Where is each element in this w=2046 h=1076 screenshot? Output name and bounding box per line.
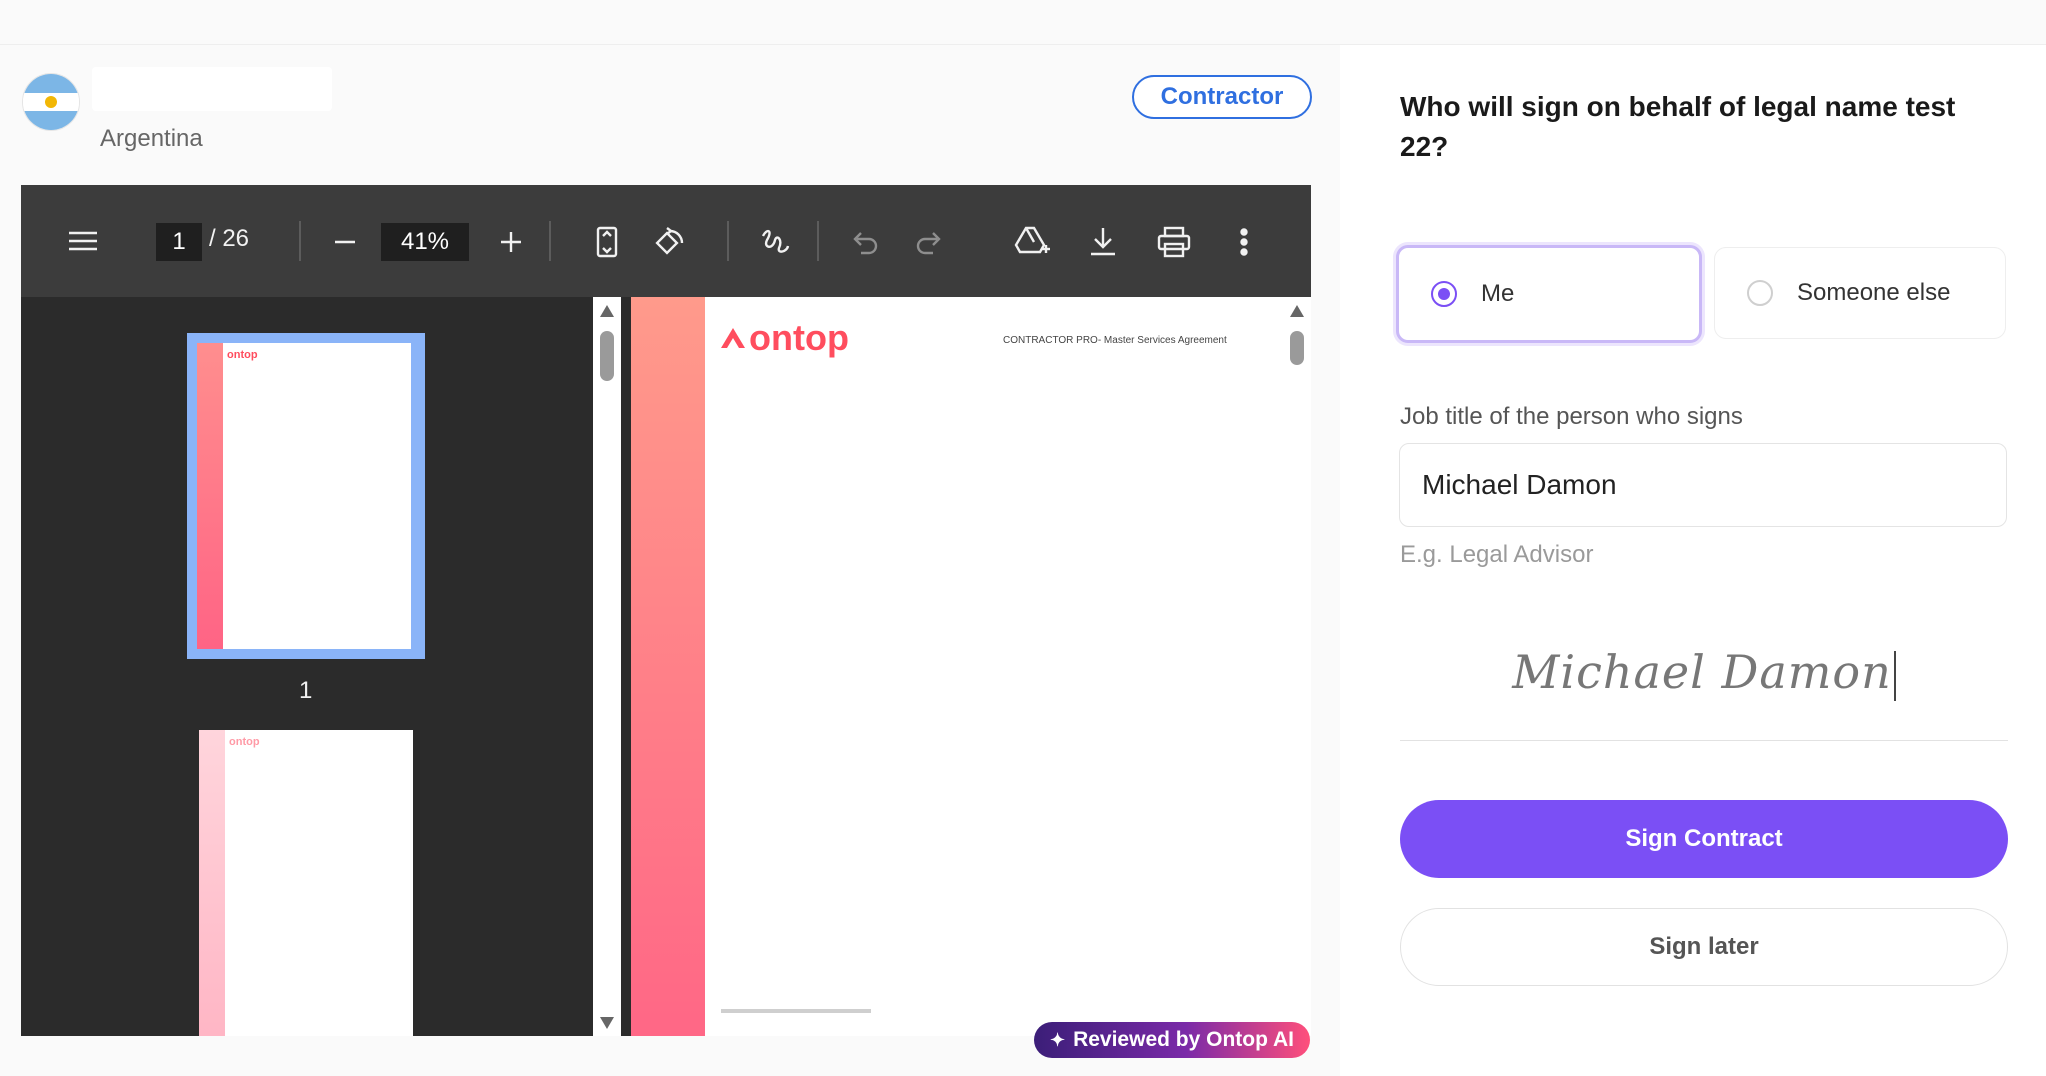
more-options-icon[interactable] [1229,223,1259,261]
document-header: CONTRACTOR PRO- Master Services Agreemen… [1003,335,1227,346]
redo-icon[interactable] [911,225,947,259]
role-badge: Contractor [1132,75,1312,119]
print-icon[interactable] [1153,223,1195,261]
argentina-flag-icon [22,73,80,131]
thumbnail-scrollbar[interactable] [593,297,621,1036]
thumbnail-sidebar: ontop 1 ontop [21,297,591,1036]
logo-text: ontop [749,317,849,358]
pdf-toolbar: 1 / 26 41% [21,185,1311,297]
page-footer-text [721,1009,871,1013]
thumbnail-page-number: 1 [299,677,313,704]
page-total: / 26 [209,225,250,252]
signature-area[interactable]: Michael Damon [1400,645,2008,701]
ai-badge-label: Reviewed by Ontop AI [1073,1028,1294,1051]
page-thumbnail[interactable]: ontop [199,730,413,1036]
signature-text: Michael Damon [1512,645,1892,699]
document-page: ontop CONTRACTOR PRO- Master Services Ag… [631,297,1283,1036]
signer-panel: Who will sign on behalf of legal name te… [1340,45,2046,1076]
download-icon[interactable] [1083,223,1123,261]
thumbnail-page: ontop [197,343,411,649]
save-to-drive-icon[interactable] [1011,223,1055,261]
top-strip [0,0,2046,45]
contract-preview-panel: Argentina Contractor 1 / 26 41% ontop 1 … [0,45,1340,1076]
page-number-input[interactable]: 1 [156,223,202,261]
thumbnail-logo: ontop [229,736,260,748]
option-me-label: Me [1481,280,1515,307]
page-accent-bar [631,297,705,1036]
client-name-placeholder [92,67,332,111]
toolbar-divider [549,221,551,261]
reviewed-by-ai-badge: ✦ Reviewed by Ontop AI [1034,1022,1310,1058]
job-title-input[interactable] [1399,443,2007,527]
toolbar-divider [299,221,301,261]
sparkle-icon: ✦ [1049,1029,1066,1050]
toolbar-divider [727,221,729,261]
job-title-label: Job title of the person who signs [1400,403,1743,430]
radio-selected-icon[interactable] [1431,281,1457,307]
country-label: Argentina [100,125,203,152]
ontop-logo: ontop [719,317,849,359]
draw-icon[interactable] [755,223,795,261]
zoom-level-input[interactable]: 41% [381,223,469,261]
document-scrollbar[interactable] [1283,297,1311,1036]
rotate-icon[interactable] [649,223,689,261]
option-someone-else[interactable]: Someone else [1714,247,2006,339]
undo-icon[interactable] [847,225,883,259]
signature-line [1400,740,2008,741]
menu-icon[interactable] [63,225,103,257]
fit-page-icon[interactable] [589,223,625,261]
radio-unselected-icon[interactable] [1747,280,1773,306]
thumbnail-logo: ontop [227,349,258,361]
text-caret [1893,651,1896,701]
zoom-out-icon[interactable] [327,225,363,259]
signer-question: Who will sign on behalf of legal name te… [1400,91,1956,162]
toolbar-divider [817,221,819,261]
sign-contract-button[interactable]: Sign Contract [1400,800,2008,878]
page-thumbnail-selected[interactable]: ontop [187,333,425,659]
pdf-viewer: 1 / 26 41% ontop 1 ontop ontop CONTRACTO… [21,185,1311,1036]
zoom-in-icon[interactable] [493,225,529,259]
sign-later-button[interactable]: Sign later [1400,908,2008,986]
option-me[interactable]: Me [1396,245,1702,343]
job-title-hint: E.g. Legal Advisor [1400,541,1594,568]
option-someone-else-label: Someone else [1797,279,1951,306]
